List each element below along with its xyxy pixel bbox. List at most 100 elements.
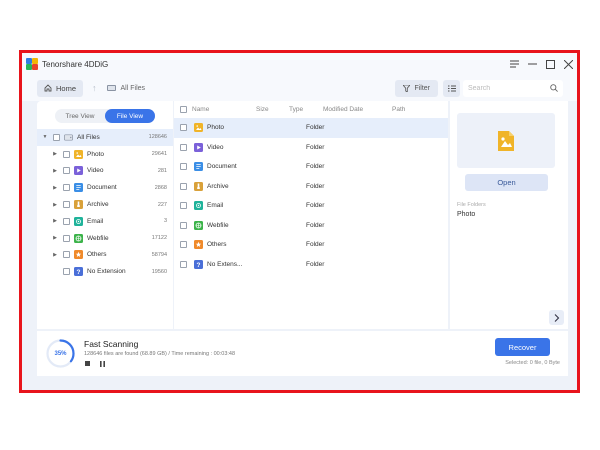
table-row[interactable]: Others Folder — [174, 235, 448, 255]
column-type[interactable]: Type — [289, 106, 323, 113]
tree-checkbox[interactable] — [63, 217, 70, 225]
app-title: Tenorshare 4DDiG — [42, 59, 109, 69]
caret-down-icon[interactable]: ▼ — [41, 134, 49, 140]
tree-item-others[interactable]: ▶ Others 58794 — [37, 247, 173, 264]
breadcrumb[interactable]: All Files — [121, 85, 146, 92]
caret-right-icon[interactable]: ▶ — [51, 185, 59, 191]
row-checkbox[interactable] — [179, 182, 187, 190]
preview-panel: Open File Folders Photo — [450, 101, 568, 329]
no-extension-icon: ? — [194, 259, 203, 269]
drive-icon — [64, 133, 73, 142]
row-checkbox[interactable] — [179, 221, 187, 229]
minimize-icon[interactable] — [523, 55, 541, 73]
scan-title: Fast Scanning — [84, 339, 139, 349]
preview-area — [457, 113, 555, 168]
tree-item-label: Document — [87, 184, 117, 192]
archive-icon — [74, 200, 83, 210]
search-box[interactable] — [463, 79, 563, 97]
tree-item-count: 19560 — [151, 268, 167, 275]
tree-item-video[interactable]: ▶ Video 281 — [37, 163, 173, 180]
caret-right-icon[interactable]: ▶ — [51, 202, 59, 208]
menu-icon[interactable] — [505, 55, 523, 73]
file-name: Document — [207, 163, 237, 171]
tree-item-label: Archive — [87, 201, 109, 209]
caret-right-icon[interactable]: ▶ — [51, 252, 59, 258]
pause-icon — [100, 360, 105, 367]
pause-button[interactable] — [99, 360, 106, 367]
tree-checkbox[interactable] — [63, 150, 70, 158]
tree-item-count: 2868 — [154, 184, 167, 191]
file-type: Folder — [306, 221, 325, 229]
table-row[interactable]: Video Folder — [174, 138, 448, 158]
webfile-icon — [74, 233, 83, 243]
list-view-button[interactable] — [443, 79, 460, 97]
tree-item-webfile[interactable]: ▶ Webfile 17122 — [37, 230, 173, 247]
column-size[interactable]: Size — [256, 106, 289, 113]
email-icon — [194, 201, 203, 211]
tree-item-count: 128646 — [148, 134, 167, 141]
table-row[interactable]: ? No Extens... Folder — [174, 255, 448, 275]
caret-right-icon[interactable]: ▶ — [51, 235, 59, 241]
file-type: Folder — [306, 260, 325, 268]
view-toggle: Tree View File View — [55, 109, 155, 123]
row-checkbox[interactable] — [179, 163, 187, 171]
file-list-panel: Name Size Type Modified Date Path Photo F… — [174, 101, 448, 329]
file-list: Photo Folder Video Folder Document Folder Arch… — [174, 118, 448, 274]
tree-item-label: All Files — [77, 133, 100, 141]
tree-checkbox[interactable] — [53, 133, 60, 141]
tree-item-document[interactable]: ▶ Document 2868 — [37, 179, 173, 196]
tree-item-no-extension[interactable]: ▶?No Extension19560 — [37, 263, 173, 280]
tree-checkbox[interactable] — [63, 268, 70, 276]
row-checkbox[interactable] — [179, 241, 187, 249]
tree-item-email[interactable]: ▶ Email 3 — [37, 213, 173, 230]
next-arrow-button[interactable] — [549, 310, 564, 325]
caret-right-icon[interactable]: ▶ — [51, 168, 59, 174]
select-all-checkbox[interactable] — [179, 106, 187, 113]
row-checkbox[interactable] — [179, 143, 187, 151]
home-button[interactable]: Home — [37, 79, 84, 97]
caret-right-icon[interactable]: ▶ — [51, 218, 59, 224]
tree-checkbox[interactable] — [63, 167, 70, 175]
search-icon[interactable] — [550, 84, 558, 92]
svg-text:?: ? — [77, 269, 81, 276]
tree-item-label: Photo — [87, 150, 104, 158]
table-row[interactable]: Webfile Folder — [174, 216, 448, 236]
tree-item-photo[interactable]: ▶ Photo 29641 — [37, 146, 173, 163]
column-name[interactable]: Name — [192, 106, 256, 113]
caret-right-icon[interactable]: ▶ — [51, 151, 59, 157]
table-row[interactable]: Document Folder — [174, 157, 448, 177]
up-arrow-icon[interactable]: ↑ — [92, 83, 97, 93]
tab-tree-view[interactable]: Tree View — [55, 109, 105, 123]
table-row[interactable]: Email Folder — [174, 196, 448, 216]
tree-checkbox[interactable] — [63, 234, 70, 242]
table-row[interactable]: Archive Folder — [174, 177, 448, 197]
row-checkbox[interactable] — [179, 124, 187, 132]
tree-item-archive[interactable]: ▶ Archive 227 — [37, 196, 173, 213]
row-checkbox[interactable] — [179, 202, 187, 210]
row-checkbox[interactable] — [179, 260, 187, 268]
stop-button[interactable] — [84, 360, 91, 367]
file-type: Folder — [306, 143, 325, 151]
filter-button[interactable]: Filter — [395, 79, 438, 97]
title-bar: Tenorshare 4DDiG — [22, 53, 577, 75]
preview-field-value: Photo — [457, 211, 476, 218]
recover-button[interactable]: Recover — [495, 338, 550, 356]
app-window: Tenorshare 4DDiG Home ↑ All Files Filter… — [22, 53, 577, 390]
close-icon[interactable] — [559, 55, 577, 73]
search-input[interactable] — [468, 84, 548, 92]
tree-item-all-files[interactable]: ▼ All Files 128646 — [37, 129, 173, 146]
file-name: Webfile — [207, 221, 229, 229]
file-name: Video — [207, 143, 224, 151]
maximize-icon[interactable] — [541, 55, 559, 73]
others-icon — [194, 240, 203, 250]
column-modified-date[interactable]: Modified Date — [323, 106, 392, 113]
tree-checkbox[interactable] — [63, 201, 70, 209]
table-row[interactable]: Photo Folder — [174, 118, 448, 138]
tab-file-view[interactable]: File View — [105, 109, 155, 123]
column-path[interactable]: Path — [392, 106, 432, 113]
scan-detail: 128646 files are found (68.89 GB) / Time… — [84, 351, 236, 357]
tree-checkbox[interactable] — [63, 251, 70, 259]
tree-checkbox[interactable] — [63, 184, 70, 192]
open-button[interactable]: Open — [465, 174, 548, 191]
tree-item-count: 227 — [157, 201, 167, 208]
